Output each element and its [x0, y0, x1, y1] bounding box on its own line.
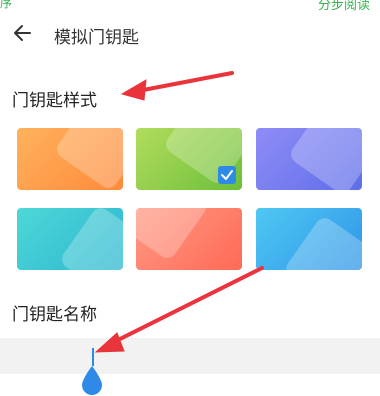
key-style-tile-purple[interactable]	[256, 128, 362, 190]
text-cursor	[92, 348, 94, 366]
key-name-input[interactable]	[12, 345, 356, 369]
key-style-tile-blue[interactable]	[256, 208, 362, 270]
key-style-tile-coral[interactable]	[136, 208, 242, 270]
status-left-text: 序	[0, 0, 13, 10]
key-style-tile-orange[interactable]	[17, 128, 123, 190]
key-name-input-row	[0, 338, 380, 374]
status-right-text: 分步阅读	[317, 0, 370, 13]
key-style-section-title: 门钥匙样式	[12, 91, 97, 111]
status-strip: 序 分步阅读	[0, 0, 380, 13]
header: 模拟门钥匙	[0, 18, 380, 58]
annotation-arrow-2	[110, 266, 264, 345]
key-style-tile-green[interactable]	[136, 128, 242, 190]
back-arrow-icon[interactable]	[10, 20, 36, 46]
selected-check-icon	[218, 166, 236, 184]
annotation-arrow-1-head	[120, 79, 147, 101]
key-style-tile-cyan[interactable]	[17, 208, 123, 270]
key-name-section-title: 门钥匙名称	[12, 305, 97, 325]
page-title: 模拟门钥匙	[54, 28, 139, 48]
annotation-arrows	[94, 71, 264, 353]
text-selection-handle-icon[interactable]	[79, 366, 105, 396]
annotation-arrow-1	[136, 71, 234, 93]
